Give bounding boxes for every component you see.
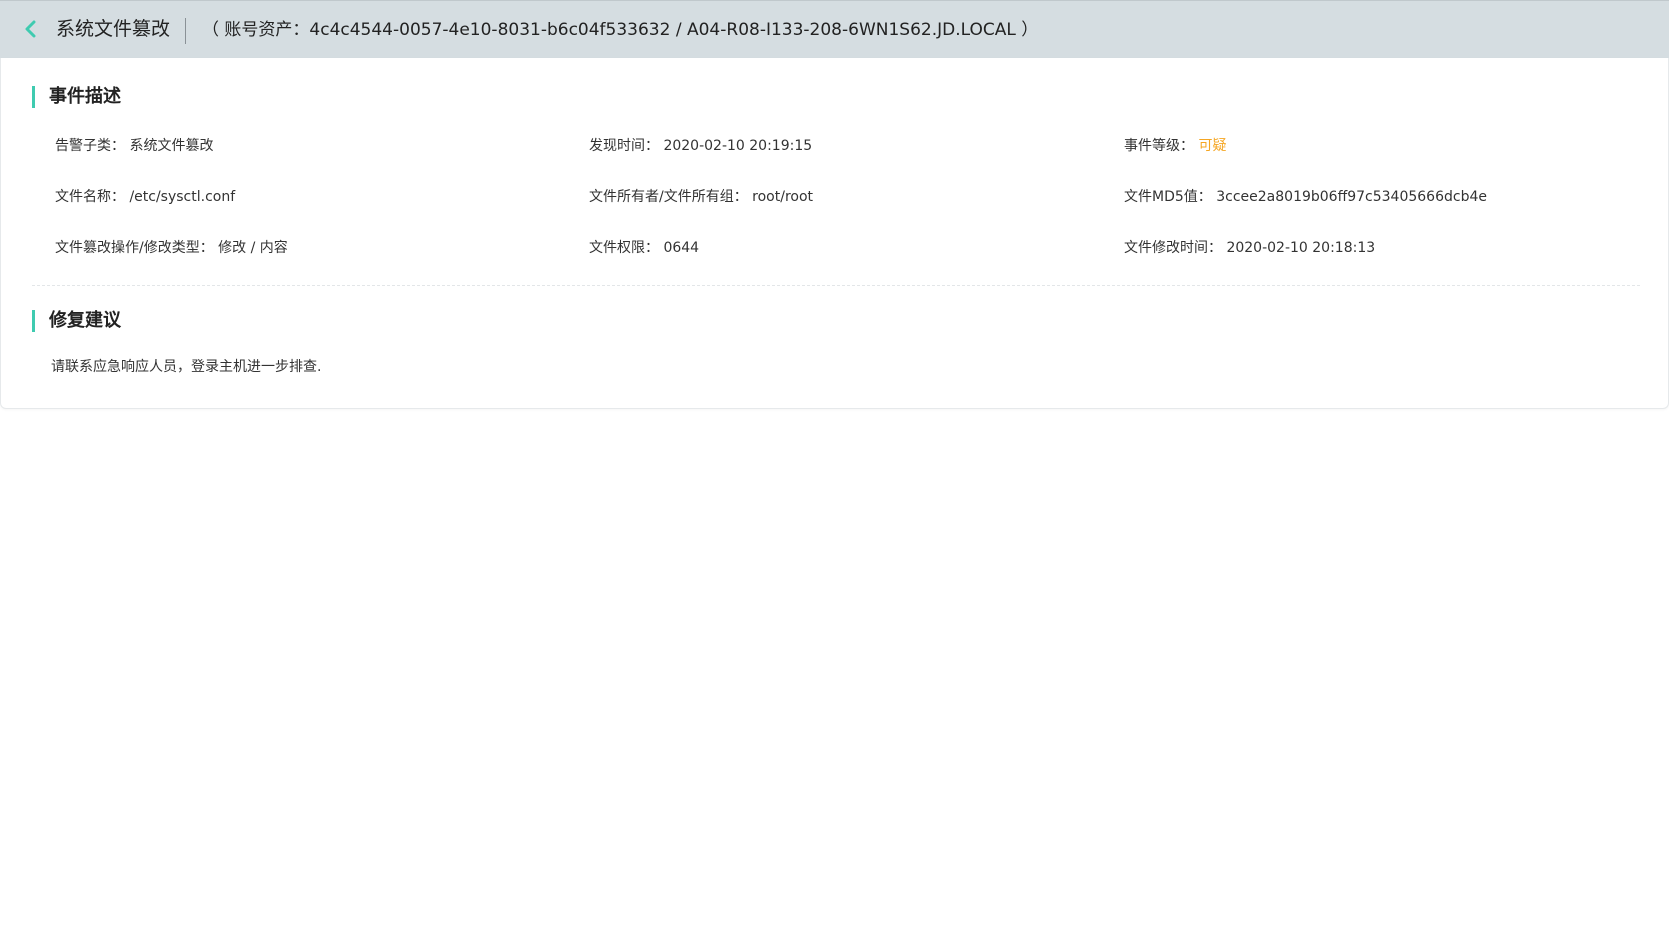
field-label: 文件所有者/文件所有组：	[589, 189, 748, 205]
section-title-advice: 修复建议	[32, 310, 121, 332]
field-file-owner: 文件所有者/文件所有组： root/root	[589, 187, 813, 207]
field-alert-subtype: 告警子类： 系统文件篡改	[55, 136, 213, 156]
field-label: 文件MD5值：	[1124, 189, 1212, 205]
field-label: 文件修改时间：	[1124, 240, 1222, 256]
field-label: 文件篡改操作/修改类型：	[55, 240, 214, 256]
asset-suffix: ）	[1015, 20, 1039, 40]
page-title: 系统文件篡改	[56, 18, 171, 40]
field-label: 发现时间：	[589, 138, 659, 154]
asset-separator: /	[670, 20, 687, 40]
asset-id: 4c4c4544-0057-4e10-8031-b6c04f533632	[309, 20, 671, 40]
status-badge: 可疑	[1198, 138, 1227, 154]
field-file-name: 文件名称： /etc/sysctl.conf	[55, 187, 235, 207]
advice-text: 请联系应急响应人员，登录主机进一步排查.	[51, 359, 322, 375]
page-header: 系统文件篡改 （ 账号资产：4c4c4544-0057-4e10-8031-b6…	[0, 0, 1669, 58]
field-value: 3ccee2a8019b06ff97c53405666dcb4e	[1216, 189, 1487, 205]
field-label: 文件名称：	[55, 189, 125, 205]
field-label: 文件权限：	[589, 240, 659, 256]
field-value: 2020-02-10 20:18:13	[1226, 240, 1376, 256]
event-detail-card: 事件描述 告警子类： 系统文件篡改 发现时间： 2020-02-10 20:19…	[0, 58, 1669, 409]
account-asset: （ 账号资产：4c4c4544-0057-4e10-8031-b6c04f533…	[202, 16, 1038, 44]
asset-host: A04-R08-I133-208-6WN1S62.JD.LOCAL	[686, 20, 1016, 40]
field-label: 告警子类：	[55, 138, 125, 154]
field-file-permission: 文件权限： 0644	[589, 238, 699, 258]
field-value: 修改 / 内容	[218, 240, 288, 256]
field-event-level: 事件等级： 可疑	[1124, 136, 1226, 156]
asset-prefix: （ 账号资产：	[202, 20, 310, 40]
header-divider	[185, 18, 186, 44]
field-value: root/root	[752, 189, 814, 205]
field-value: 2020-02-10 20:19:15	[663, 138, 813, 154]
field-value: 0644	[663, 240, 700, 256]
field-value: /etc/sysctl.conf	[129, 189, 236, 205]
field-discovery-time: 发现时间： 2020-02-10 20:19:15	[589, 136, 812, 156]
field-file-md5: 文件MD5值： 3ccee2a8019b06ff97c53405666dcb4e	[1124, 187, 1487, 207]
section-title-event: 事件描述	[32, 86, 121, 108]
field-file-modified-time: 文件修改时间： 2020-02-10 20:18:13	[1124, 238, 1375, 258]
section-divider	[32, 285, 1640, 286]
field-tamper-type: 文件篡改操作/修改类型： 修改 / 内容	[55, 238, 288, 258]
field-value: 系统文件篡改	[129, 138, 214, 154]
field-label: 事件等级：	[1124, 138, 1194, 154]
chevron-left-icon[interactable]	[22, 20, 40, 38]
